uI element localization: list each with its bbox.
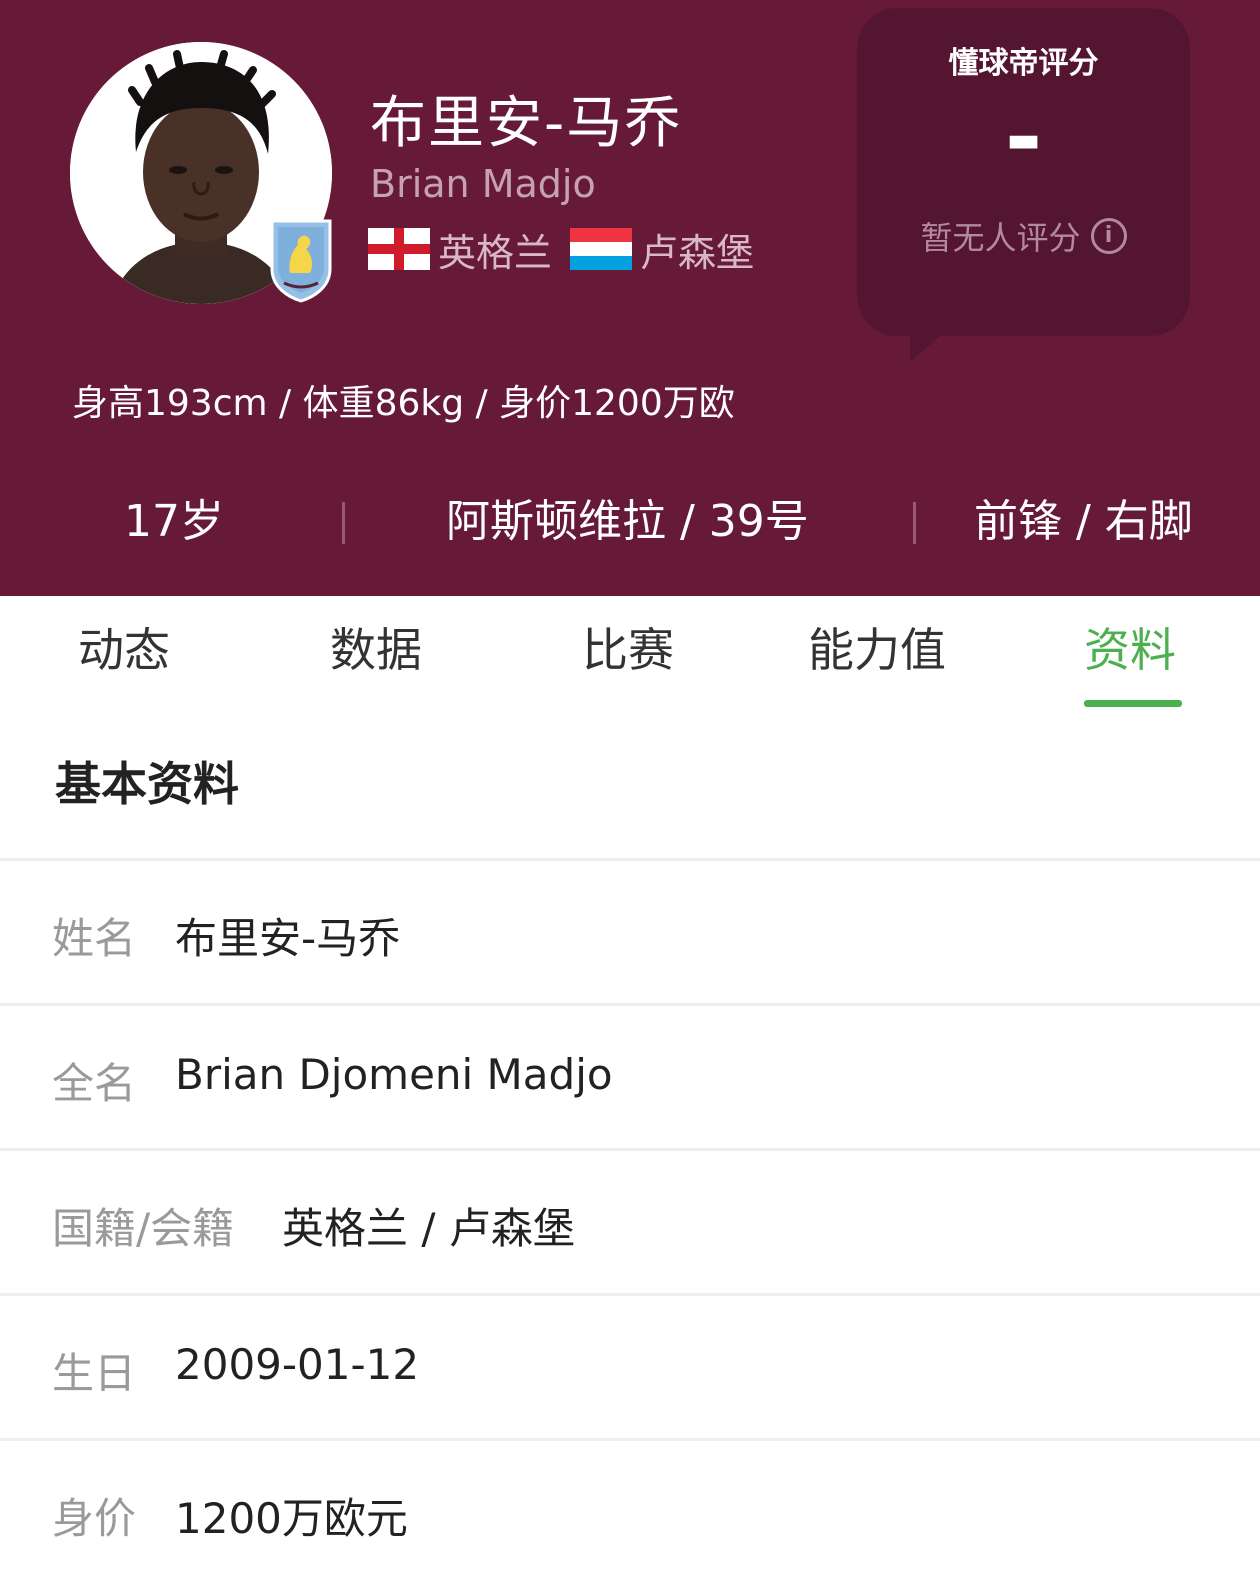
luxembourg-flag-icon bbox=[570, 228, 633, 270]
position-foot: 前锋 / 右脚 bbox=[974, 496, 1193, 547]
player-summary: 17岁 阿斯顿维拉 / 39号 前锋 / 右脚 bbox=[0, 492, 1260, 552]
player-name-en: Brian Madjo bbox=[370, 162, 596, 206]
active-tab-indicator bbox=[1084, 700, 1182, 707]
row-label: 国籍/会籍 bbox=[52, 1204, 235, 1253]
england-flag-icon bbox=[368, 228, 430, 270]
list-item: 全名 Brian Djomeni Madjo bbox=[0, 1003, 1260, 1148]
rating-note: 暂无人评分 bbox=[920, 219, 1081, 257]
row-label: 身价 bbox=[52, 1494, 137, 1543]
tab-bar: 动态 数据 比赛 能力值 资料 bbox=[0, 596, 1260, 708]
tab-ability[interactable]: 能力值 bbox=[808, 618, 946, 682]
list-item: 姓名 布里安-马乔 bbox=[0, 858, 1260, 1003]
club-number[interactable]: 阿斯顿维拉 / 39号 bbox=[446, 492, 809, 552]
tab-profile[interactable]: 资料 bbox=[1084, 618, 1176, 682]
profile-list: 姓名 布里安-马乔 全名 Brian Djomeni Madjo 国籍/会籍 英… bbox=[0, 858, 1260, 1583]
section-title: 基本资料 bbox=[55, 757, 239, 811]
list-item: 生日 2009-01-12 bbox=[0, 1293, 1260, 1438]
nationality-row: 英格兰 卢森堡 bbox=[368, 224, 772, 275]
summary-divider bbox=[342, 502, 345, 544]
info-icon[interactable]: i bbox=[1090, 218, 1127, 254]
body-stats: 身高193cm / 体重86kg / 身价1200万欧 bbox=[72, 383, 735, 424]
row-label: 姓名 bbox=[52, 914, 137, 963]
tab-matches[interactable]: 比赛 bbox=[582, 618, 674, 682]
row-label: 全名 bbox=[52, 1059, 137, 1108]
rating-note-row: 暂无人评分 i bbox=[857, 213, 1190, 259]
list-item: 身价 1200万欧元 bbox=[0, 1438, 1260, 1583]
row-value: Brian Djomeni Madjo bbox=[175, 1050, 613, 1099]
list-item: 国籍/会籍 英格兰 / 卢森堡 bbox=[0, 1148, 1260, 1293]
rating-bubble-tail bbox=[910, 322, 956, 362]
aston-villa-crest-icon bbox=[268, 215, 334, 303]
nationality-label: 英格兰 bbox=[438, 230, 553, 275]
tab-news[interactable]: 动态 bbox=[78, 618, 170, 682]
row-value: 1200万欧元 bbox=[175, 1494, 408, 1543]
summary-divider bbox=[913, 502, 916, 544]
player-header: 布里安-马乔 Brian Madjo 英格兰 卢森堡 懂球帝评分 - 暂无人评分… bbox=[0, 0, 1260, 596]
tab-stats[interactable]: 数据 bbox=[330, 618, 422, 682]
row-value: 2009-01-12 bbox=[175, 1340, 420, 1389]
row-value: 布里安-马乔 bbox=[175, 914, 401, 963]
player-name-cn: 布里安-马乔 bbox=[370, 91, 683, 156]
row-label: 生日 bbox=[52, 1349, 137, 1398]
nationality-label: 卢森堡 bbox=[640, 230, 755, 275]
row-value: 英格兰 / 卢森堡 bbox=[282, 1204, 575, 1253]
rating-title: 懂球帝评分 bbox=[948, 46, 1099, 81]
rating-panel[interactable]: 懂球帝评分 - 暂无人评分 i bbox=[857, 8, 1190, 336]
rating-value: - bbox=[1004, 85, 1043, 190]
player-age: 17岁 bbox=[124, 496, 224, 547]
